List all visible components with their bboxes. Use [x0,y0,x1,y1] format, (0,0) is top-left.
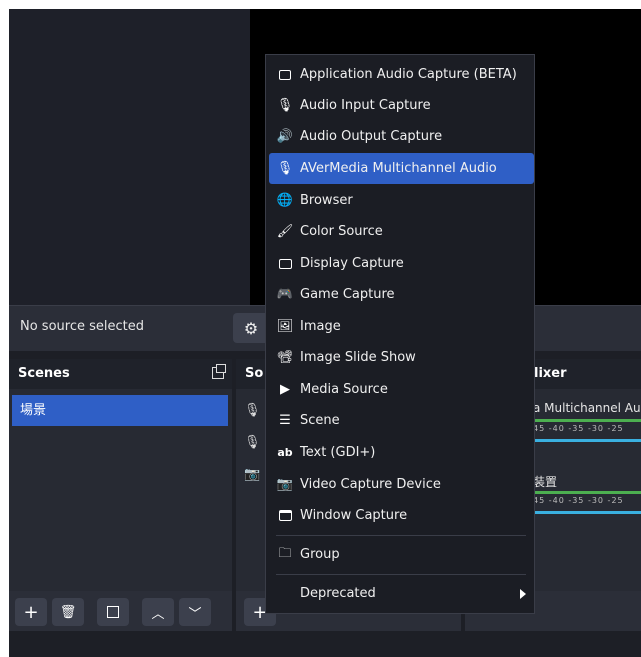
camera-icon: 📷 [276,477,294,492]
microphone-icon: 🎙 [276,161,294,176]
move-scene-down-button[interactable]: ﹀ [179,598,211,626]
preview-area-left [9,9,250,305]
folder-icon: 🗀 [278,545,292,561]
menu-item-display-capture[interactable]: Display Capture [269,248,534,279]
text-icon: ab [277,446,293,459]
list-icon: ☰ [279,413,291,428]
remove-scene-button[interactable]: 🗑 [52,598,84,626]
gear-icon: ⚙ [243,318,259,338]
menu-item-media-source[interactable]: ▶ Media Source [269,374,534,405]
scenes-title-text: Scenes [18,366,70,381]
menu-item-color-source[interactable]: 🖌 Color Source [269,216,534,247]
menu-item-audio-output-capture[interactable]: 🔊 Audio Output Capture [269,121,534,152]
play-icon: ▶ [280,382,290,397]
menu-item-image-slide-show[interactable]: 📽 Image Slide Show [269,342,534,373]
scenes-toolbar: + 🗑 ︿ ﹀ [9,591,232,631]
chevron-down-icon: ﹀ [188,606,202,622]
menu-item-image[interactable]: 🖼 Image [269,311,534,342]
menu-item-game-capture[interactable]: 🎮 Game Capture [269,279,534,310]
microphone-icon: 🎙 [276,98,294,113]
microphone-icon: 🎙 [244,403,261,418]
menu-item-label: Audio Input Capture [300,98,431,113]
meter-scale: 45 -40 -35 -30 -25 [533,496,624,505]
plus-icon: + [23,601,39,623]
menu-item-label: Image Slide Show [300,350,416,365]
scenes-title: Scenes [9,359,232,389]
filter-icon [107,606,119,618]
menu-item-label: Text (GDI+) [300,445,376,460]
menu-item-label: Media Source [300,382,388,397]
menu-item-audio-input-capture[interactable]: 🎙 Audio Input Capture [269,90,534,121]
menu-item-label: Video Capture Device [300,477,441,492]
trash-icon: 🗑 [59,604,77,620]
speaker-icon: 🔊 [276,129,294,144]
volume-meter [533,491,641,494]
window-icon [277,508,293,524]
menu-separator [276,574,526,575]
menu-item-avermedia-multichannel-audio[interactable]: 🎙 AVerMedia Multichannel Audio [269,153,534,184]
menu-item-label: Browser [300,193,353,208]
menu-item-label: Group [300,547,340,562]
mixer-track-name: a Multichannel Au [533,401,641,415]
menu-item-label: Image [300,319,341,334]
brush-icon: 🖌 [276,224,294,239]
menu-item-label: Deprecated [300,586,376,601]
image-icon: 🖼 [276,319,294,334]
menu-item-label: Audio Output Capture [300,129,443,144]
menu-item-label: Window Capture [300,508,408,523]
move-scene-up-button[interactable]: ︿ [142,598,174,626]
menu-item-label: AVerMedia Multichannel Audio [300,161,497,176]
menu-item-application-audio-capture[interactable]: Application Audio Capture (BETA) [269,59,534,90]
status-bar [9,634,641,657]
add-scene-button[interactable]: + [15,598,47,626]
menu-item-window-capture[interactable]: Window Capture [269,500,534,531]
menu-item-video-capture-device[interactable]: 📷 Video Capture Device [269,469,534,500]
monitor-icon [277,256,293,272]
menu-item-label: Scene [300,413,340,428]
slideshow-icon: 📽 [276,350,294,365]
menu-item-text-gdi[interactable]: ab Text (GDI+) [269,437,534,468]
volume-meter [533,419,641,422]
menu-item-label: Color Source [300,224,383,239]
menu-separator [276,535,526,536]
no-source-label: No source selected [20,319,144,334]
source-properties-button[interactable]: ⚙ [233,313,269,343]
menu-item-label: Application Audio Capture (BETA) [300,67,517,82]
menu-item-label: Game Capture [300,287,395,302]
scenes-dock: Scenes 場景 + 🗑 ︿ ﹀ [9,359,232,631]
menu-item-group[interactable]: 🗀 Group [269,539,534,570]
camera-icon: 📷 [244,467,261,482]
volume-slider[interactable] [533,439,641,442]
menu-item-browser[interactable]: 🌐 Browser [269,185,534,216]
volume-slider[interactable] [533,511,641,514]
globe-icon: 🌐 [276,193,294,208]
app-audio-icon [277,67,293,83]
menu-item-label: Display Capture [300,256,404,271]
scene-item[interactable]: 場景 [12,395,228,426]
submenu-arrow-icon [520,589,526,599]
scene-filters-button[interactable] [97,598,129,626]
mixer-track-name: 裝置 [533,475,558,489]
chevron-up-icon: ︿ [151,606,165,622]
meter-scale: 45 -40 -35 -30 -25 [533,424,624,433]
menu-item-deprecated[interactable]: Deprecated [269,578,534,609]
add-source-menu: Application Audio Capture (BETA) 🎙 Audio… [265,54,535,614]
microphone-icon: 🎙 [244,435,261,450]
undock-icon[interactable] [212,364,226,379]
gamepad-icon: 🎮 [276,287,294,302]
menu-item-scene[interactable]: ☰ Scene [269,405,534,436]
